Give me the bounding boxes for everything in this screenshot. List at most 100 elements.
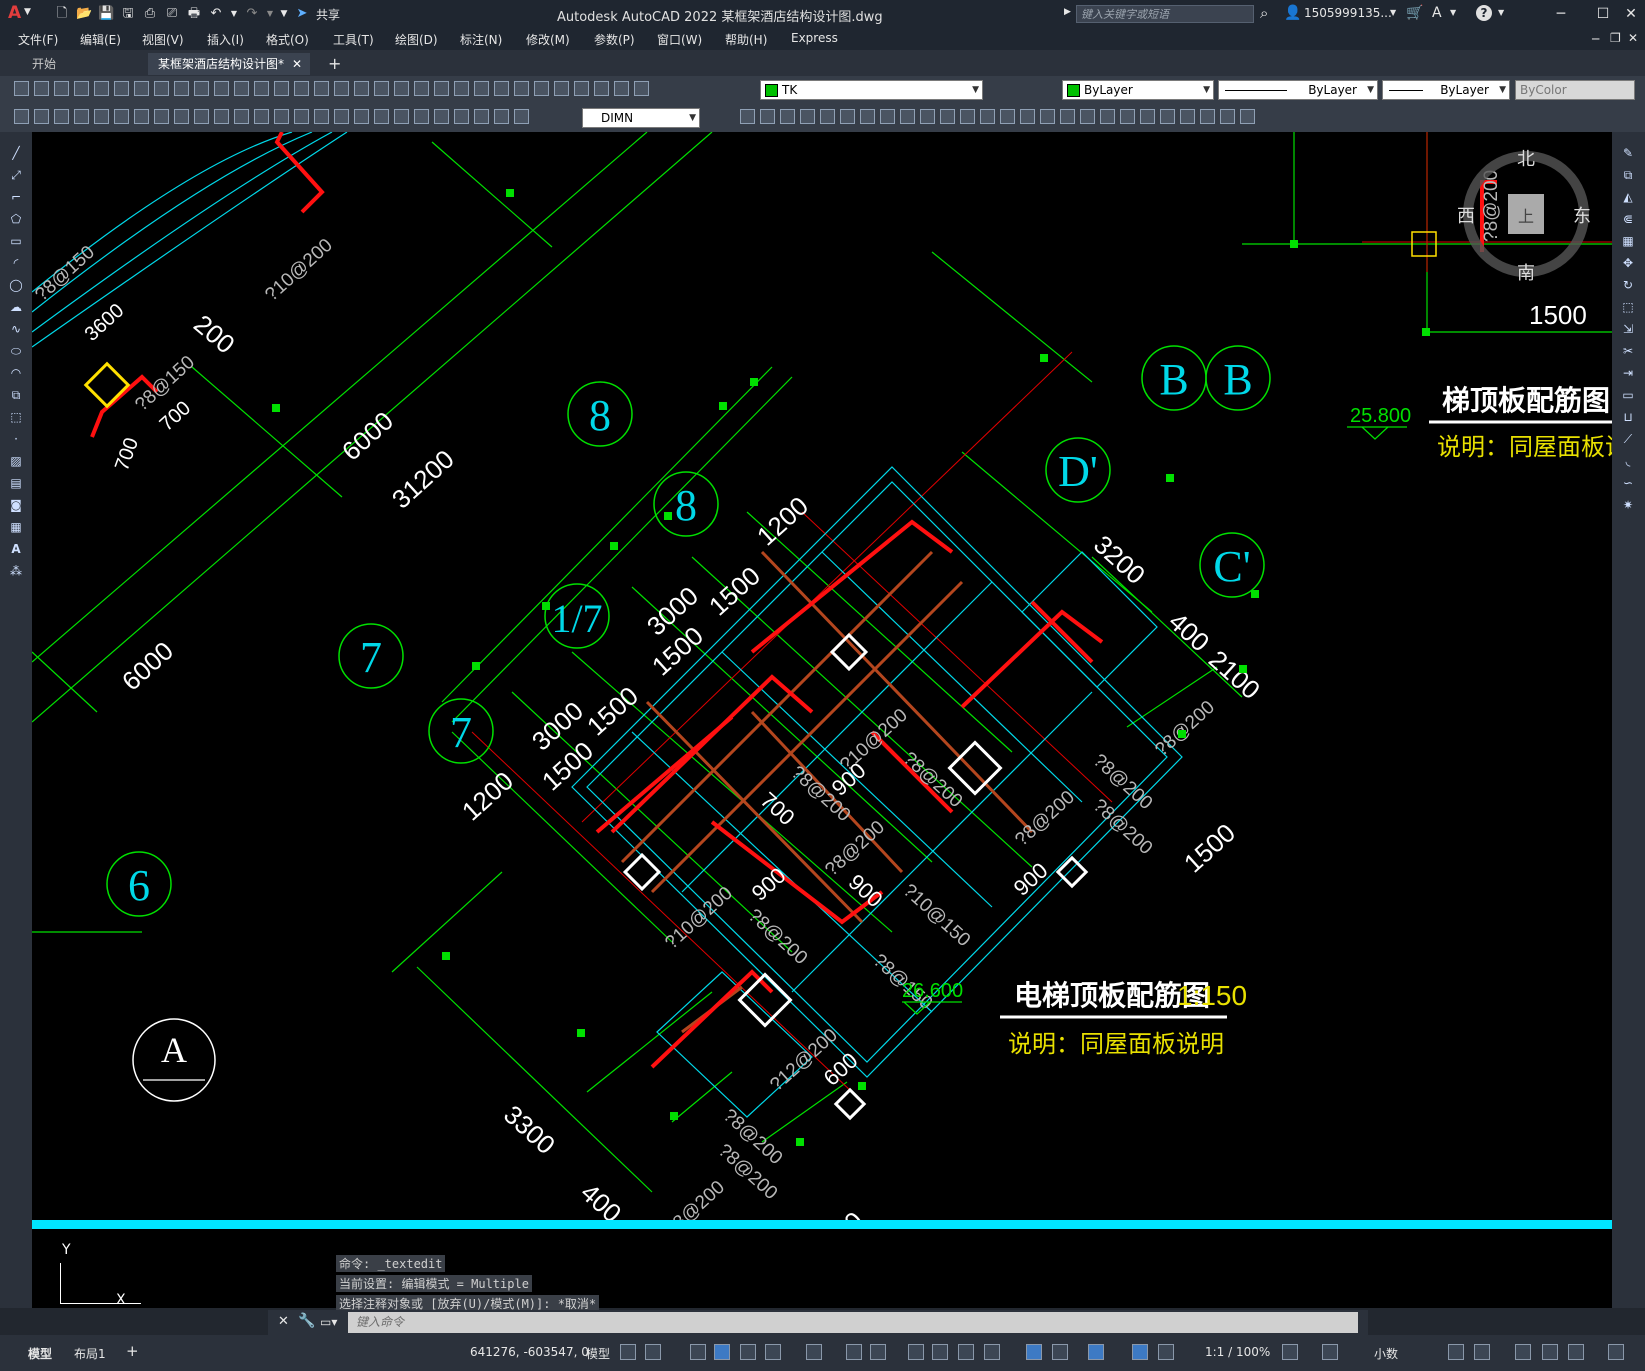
menu-window[interactable]: 窗口(W): [657, 31, 702, 48]
close-icon[interactable]: ✕: [1620, 3, 1642, 25]
tab-model[interactable]: 模型: [28, 1345, 52, 1362]
saveas-icon[interactable]: 🖫: [120, 6, 136, 22]
quick-properties-icon[interactable]: [1448, 1344, 1464, 1360]
ellipse-arc-icon[interactable]: ◠: [8, 366, 24, 380]
command-recent-icon[interactable]: ▭▾: [320, 1315, 337, 1329]
new-tab-button[interactable]: +: [328, 54, 341, 73]
publish-icon[interactable]: ⎙: [142, 6, 158, 22]
construction-line-icon[interactable]: ⤢: [8, 168, 24, 182]
menu-express[interactable]: Express: [791, 31, 838, 45]
line-icon[interactable]: ╱: [8, 146, 24, 160]
3d-osnap-icon[interactable]: [984, 1344, 1000, 1360]
mirror-icon[interactable]: ◭: [1620, 190, 1636, 204]
cart-icon[interactable]: 🛒: [1406, 5, 1423, 21]
isolate-objects-icon[interactable]: [1515, 1344, 1531, 1360]
mtext-icon[interactable]: A: [8, 542, 24, 556]
hatch-icon[interactable]: ▨: [8, 454, 24, 468]
open-icon[interactable]: 📂: [76, 6, 92, 22]
circle-icon[interactable]: ◯: [8, 278, 24, 292]
dynamic-input-icon[interactable]: [714, 1344, 730, 1360]
doc-close-icon[interactable]: ✕: [1628, 31, 1638, 45]
user-dropdown-icon[interactable]: ▼: [1390, 8, 1396, 17]
user-name[interactable]: 1505999135...: [1304, 6, 1392, 20]
workspace-icon[interactable]: [1282, 1344, 1298, 1360]
model-space-button[interactable]: 模型: [586, 1345, 610, 1362]
undo-dropdown-icon[interactable]: ▼: [230, 6, 238, 22]
dimstyle-dropdown[interactable]: DIMN ▼: [582, 108, 700, 128]
doc-restore-icon[interactable]: ❐: [1610, 31, 1621, 45]
menu-file[interactable]: 文件(F): [18, 31, 58, 48]
osnap-icon[interactable]: [870, 1344, 886, 1360]
customize-icon[interactable]: ▼: [280, 6, 288, 22]
layer-dropdown[interactable]: TK ▼: [760, 80, 983, 100]
annotation-monitor-icon[interactable]: [1322, 1344, 1338, 1360]
auto-scale-icon[interactable]: [1158, 1344, 1174, 1360]
share-icon[interactable]: ➤: [294, 6, 310, 22]
viewcube[interactable]: 北 南 东 西 上: [1457, 149, 1591, 283]
selection-filter-icon[interactable]: [1052, 1344, 1068, 1360]
grid-icon[interactable]: [620, 1344, 636, 1360]
make-block-icon[interactable]: ⬚: [8, 410, 24, 424]
rectangle-icon[interactable]: ▭: [8, 234, 24, 248]
polyline-icon[interactable]: ⌐: [8, 190, 24, 204]
dimension-tool-icons[interactable]: [14, 109, 529, 127]
lock-ui-icon[interactable]: [1474, 1344, 1490, 1360]
blend-icon[interactable]: ∽: [1620, 476, 1636, 490]
menu-tools[interactable]: 工具(T): [333, 31, 374, 48]
menu-edit[interactable]: 编辑(E): [80, 31, 121, 48]
connect-dropdown-icon[interactable]: ▼: [1450, 8, 1456, 17]
add-layout-button[interactable]: +: [126, 1342, 139, 1360]
user-icon[interactable]: 👤: [1284, 5, 1301, 21]
linetype-dropdown[interactable]: ByLayer ▼: [1218, 80, 1378, 100]
menu-insert[interactable]: 插入(I): [207, 31, 244, 48]
menu-help[interactable]: 帮助(H): [725, 31, 767, 48]
copy-icon[interactable]: ⧉: [1620, 168, 1636, 182]
gizmo-icon[interactable]: [1088, 1344, 1104, 1360]
customize-status-icon[interactable]: [1608, 1344, 1624, 1360]
graphics-performance-icon[interactable]: [1542, 1344, 1558, 1360]
modify-tool-icons[interactable]: [740, 109, 1255, 127]
infer-icon[interactable]: [690, 1344, 706, 1360]
help-dropdown-icon[interactable]: ▼: [1498, 8, 1504, 17]
lineweight-icon[interactable]: [908, 1344, 924, 1360]
trim-icon[interactable]: ✂: [1620, 344, 1636, 358]
join-icon[interactable]: ⊔: [1620, 410, 1636, 424]
units-dropdown[interactable]: 小数: [1374, 1345, 1398, 1362]
transparency-icon[interactable]: [932, 1344, 948, 1360]
undo-icon[interactable]: ↶: [208, 6, 224, 22]
ellipse-icon[interactable]: ⬭: [8, 344, 24, 358]
tab-layout1[interactable]: 布局1: [74, 1345, 106, 1362]
command-close-icon[interactable]: ✕: [278, 1314, 289, 1329]
osnap-track-icon[interactable]: [846, 1344, 862, 1360]
menu-dimension[interactable]: 标注(N): [460, 31, 502, 48]
share-label[interactable]: 共享: [316, 6, 340, 23]
spline-icon[interactable]: ∿: [8, 322, 24, 336]
menu-parametric[interactable]: 参数(P): [594, 31, 635, 48]
help-icon[interactable]: ?: [1476, 5, 1492, 21]
menu-modify[interactable]: 修改(M): [526, 31, 570, 48]
search-input[interactable]: 键入关键字或短语: [1076, 5, 1254, 23]
drawing-canvas[interactable]: 8 8 7 1/7 7 6 D' C' B B A 6000 31200 600…: [32, 132, 1612, 1220]
color-dropdown[interactable]: ByLayer ▼: [1062, 80, 1214, 100]
tab-close-icon[interactable]: ✕: [292, 53, 302, 75]
command-customize-icon[interactable]: 🔧: [298, 1313, 315, 1329]
minimize-icon[interactable]: ─: [1550, 3, 1572, 25]
search-expand-icon[interactable]: ▶: [1064, 7, 1071, 17]
lineweight-dropdown[interactable]: ByLayer ▼: [1382, 80, 1510, 100]
erase-icon[interactable]: ✎: [1620, 146, 1636, 160]
gradient-icon[interactable]: ▤: [8, 476, 24, 490]
print-icon[interactable]: 🖶: [186, 6, 202, 22]
chamfer-icon[interactable]: ⟋: [1620, 432, 1636, 446]
standard-tool-icons[interactable]: [14, 81, 649, 99]
redo-dropdown-icon[interactable]: ▼: [266, 6, 274, 22]
point-icon[interactable]: ·: [8, 432, 24, 446]
clean-screen-icon[interactable]: [1568, 1344, 1584, 1360]
extend-icon[interactable]: ⇥: [1620, 366, 1636, 380]
plot-icon[interactable]: ⎚: [164, 6, 180, 22]
insert-block-icon[interactable]: ⧉: [8, 388, 24, 402]
tab-document[interactable]: 某框架酒店结构设计图* ✕: [148, 53, 310, 75]
move-icon[interactable]: ✥: [1620, 256, 1636, 270]
region-icon[interactable]: ◙: [8, 498, 24, 512]
explode-icon[interactable]: ✷: [1620, 498, 1636, 512]
dynamic-ucs-icon[interactable]: [1026, 1344, 1042, 1360]
